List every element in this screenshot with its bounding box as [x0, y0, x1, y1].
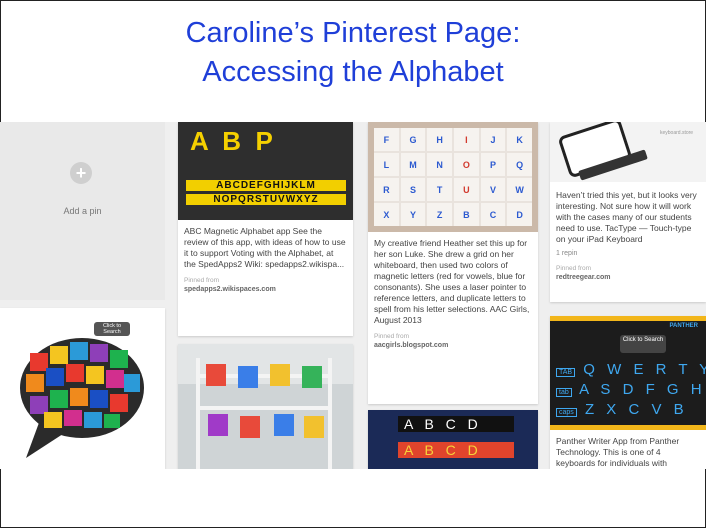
tactype-description: Haven’t tried this yet, but it looks ver… — [556, 190, 697, 244]
slide-title: Caroline’s Pinterest Page: Accessing the… — [0, 14, 706, 92]
letter-grid-cell: R — [374, 178, 399, 201]
add-pin-card[interactable]: + Add a pin — [0, 122, 165, 300]
panther-description: Panther Writer App from Panther Technolo… — [556, 436, 680, 468]
title-line-2: Accessing the Alphabet — [202, 56, 504, 88]
letter-grid-cell: V — [480, 178, 506, 201]
letter-grid-cell: N — [427, 153, 452, 176]
letter-grid-cell: Z — [427, 203, 452, 226]
tactype-source-link[interactable]: redtreegear.com — [550, 273, 706, 288]
letter-grid-cell: X — [374, 203, 399, 226]
pin-letter-frame[interactable] — [178, 344, 353, 469]
letter-grid-cell: G — [400, 128, 426, 151]
pin-abc-magnetic-app[interactable]: A B P ABCDEFGHIJKLM NOPQRSTUVWXYZ ABC Ma… — [178, 122, 353, 336]
letter-grid-cell: M — [400, 153, 426, 176]
title-line-1: Caroline’s Pinterest Page: — [185, 17, 521, 49]
panther-search-button: Click to Search — [620, 335, 666, 353]
letter-grid-cell: J — [480, 128, 506, 151]
letter-grid-source-link[interactable]: aacgirls.blogspot.com — [368, 341, 538, 356]
letter-grid-cell: T — [427, 178, 452, 201]
tactype-repin-count: 1 repin — [556, 250, 578, 257]
panther-row-2-letters: A S D F G H — [579, 381, 706, 398]
pinterest-board: + Add a pin Click to Search A B P ABCDEF… — [0, 122, 706, 469]
pin-speech-bubble[interactable]: Click to Search — [0, 308, 165, 469]
speech-bubble-image — [0, 308, 165, 469]
abc-app-big-letters: A B P — [190, 126, 273, 156]
letter-grid-cell: K — [507, 128, 532, 151]
bubble-badge: Click to Search — [102, 323, 122, 335]
panther-keyboard-row-1: TAB Q W E R T Y — [556, 361, 706, 379]
abc-app-band-2: NOPQRSTUVWXYZ — [186, 194, 346, 205]
panther-key-tab-2: tab — [556, 388, 572, 397]
panther-row-1-letters: Q W E R T Y — [583, 361, 706, 378]
letter-grid-cell: O — [453, 153, 479, 176]
letter-frame-image — [178, 344, 353, 469]
pin-panther-writer[interactable]: PANTHER Click to Search TAB Q W E R T Y … — [550, 316, 706, 469]
letter-grid: FGHIJK LMNOPQ RSTUVW XYZBCD — [374, 128, 532, 226]
letter-grid-cell: P — [480, 153, 506, 176]
panther-keyboard-row-2: tab A S D F G H — [556, 381, 702, 399]
letter-grid-cell: U — [453, 178, 479, 201]
letter-grid-cell: L — [374, 153, 399, 176]
panther-key-caps: caps — [556, 408, 577, 417]
pin-abcd-board[interactable]: A B C D A B C D — [368, 410, 538, 469]
abcd-row-1: A B C D — [398, 416, 514, 432]
abcd-row-2: A B C D — [398, 442, 514, 458]
letter-grid-cell: F — [374, 128, 399, 151]
abc-app-image: A B P ABCDEFGHIJKLM NOPQRSTUVWXYZ — [178, 122, 353, 220]
letter-grid-cell: S — [400, 178, 426, 201]
letter-grid-cell: Q — [507, 153, 532, 176]
tactype-image-caption: keyboard.store — [660, 130, 694, 136]
abc-app-band-1: ABCDEFGHIJKLM — [186, 180, 346, 191]
letter-grid-pinned-from: Pinned from — [374, 333, 410, 340]
pin-magnetic-letter-grid[interactable]: FGHIJK LMNOPQ RSTUVW XYZBCD My creative fri… — [368, 122, 538, 404]
add-pin-label: Add a pin — [63, 206, 102, 216]
abc-app-source-link[interactable]: spedapps2.wikispaces.com — [178, 285, 353, 300]
panther-brand: PANTHER — [669, 323, 698, 329]
panther-image: PANTHER Click to Search TAB Q W E R T Y … — [550, 316, 706, 430]
letter-grid-cell: C — [480, 203, 506, 226]
letter-grid-cell: B — [453, 203, 479, 226]
panther-key-tab: TAB — [556, 368, 576, 377]
letter-grid-description: My creative friend Heather set this up f… — [374, 238, 530, 325]
letter-grid-cell: D — [507, 203, 532, 226]
pin-tactype[interactable]: keyboard.store Haven’t tried this yet, b… — [550, 122, 706, 302]
letter-grid-cell: W — [507, 178, 532, 201]
letter-grid-cell: H — [427, 128, 452, 151]
tactype-pinned-from: Pinned from — [556, 265, 592, 272]
letter-grid-image: FGHIJK LMNOPQ RSTUVW XYZBCD — [368, 122, 538, 232]
panther-keyboard-row-3: caps Z X C V B — [556, 401, 702, 419]
abc-app-description: ABC Magnetic Alphabet app See the review… — [184, 226, 346, 269]
letter-grid-cell: I — [453, 128, 479, 151]
plus-icon: + — [70, 162, 92, 184]
abc-app-pinned-from: Pinned from — [184, 277, 220, 284]
letter-grid-cell: Y — [400, 203, 426, 226]
panther-row-3-letters: Z X C V B — [584, 401, 688, 418]
